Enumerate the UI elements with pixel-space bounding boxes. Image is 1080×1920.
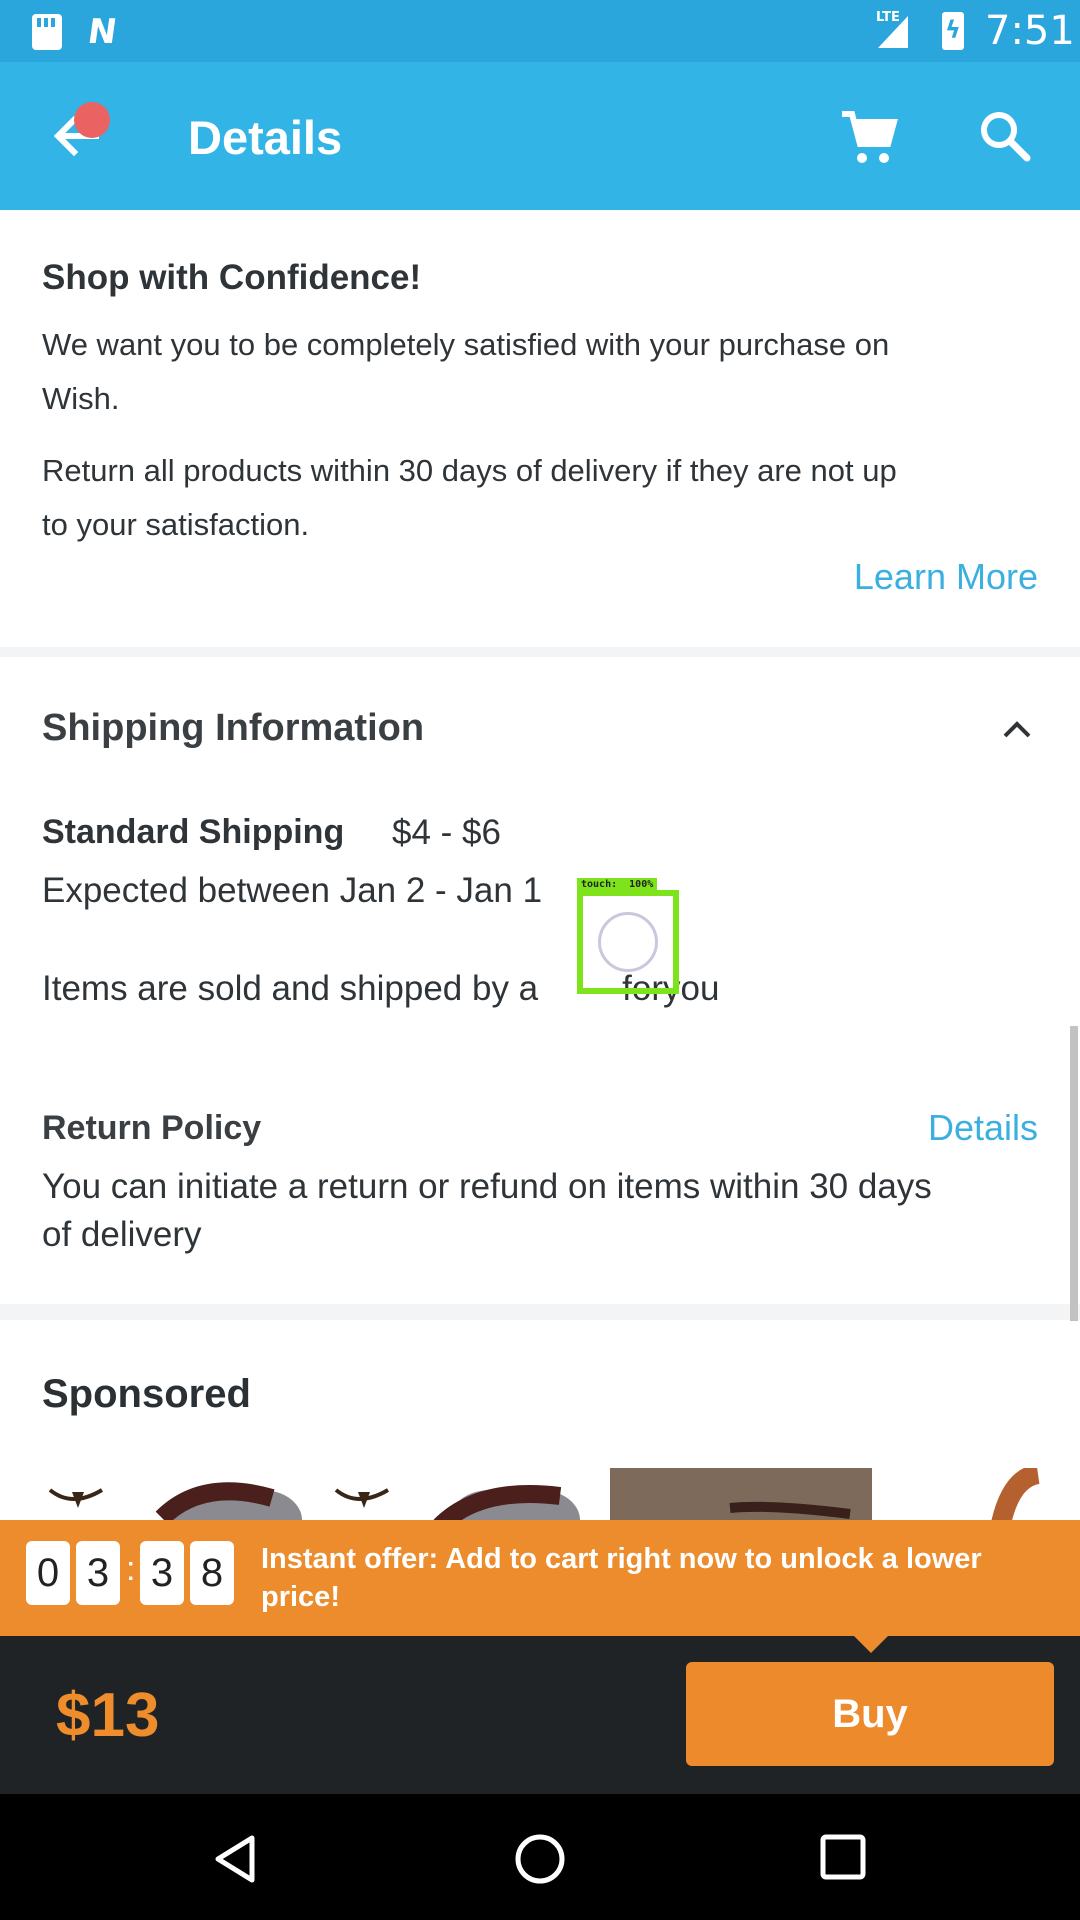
touch-indicator-circle [598,912,658,972]
countdown-colon: : [126,1550,136,1588]
notification-n-icon: N [85,12,120,52]
return-policy-text-1: You can initiate a return or refund on i… [42,1167,932,1206]
confidence-section: Shop with Confidence! We want you to be … [0,210,1080,647]
sponsored-product-thumb[interactable] [960,1468,1040,1520]
standard-shipping-label: Standard Shipping [42,813,345,851]
countdown-digit: 3 [140,1541,184,1605]
page-title: Details [188,111,343,164]
nav-home-icon[interactable] [513,1832,567,1886]
nav-back-icon[interactable] [210,1834,260,1884]
return-policy-heading: Return Policy [42,1109,262,1147]
instant-offer-text: Instant offer: Add to cart right now to … [261,1543,982,1613]
confidence-line1: We want you to be completely satisfied w… [42,327,890,362]
confidence-heading: Shop with Confidence! [42,258,422,297]
battery-charging-icon [942,12,964,50]
sponsored-product-thumb[interactable] [610,1468,872,1520]
chevron-up-icon[interactable] [1000,712,1034,746]
countdown-digit: 0 [26,1541,70,1605]
signal-icon [878,16,908,48]
status-bar: N LTE 7:51 [0,0,1080,62]
system-nav-bar [0,1794,1080,1920]
sponsored-section: Sponsored [0,1320,1080,1520]
search-icon[interactable] [975,106,1035,166]
sd-card-icon [32,14,62,50]
confidence-line2: Return all products within 30 days of de… [42,453,897,488]
confidence-line1b: Wish. [42,381,120,416]
sponsored-heading: Sponsored [42,1372,251,1416]
section-divider [0,1304,1080,1320]
sponsored-product-thumb[interactable] [330,1468,590,1520]
nav-recent-apps-icon[interactable] [820,1834,866,1880]
countdown-digit: 3 [76,1541,120,1605]
status-time: 7:51 [985,8,1075,54]
app-bar: Details [0,62,1080,210]
cart-icon[interactable] [838,108,898,168]
sponsored-product-thumb[interactable] [42,1468,312,1520]
section-divider [0,647,1080,657]
buy-button[interactable]: Buy [686,1662,1054,1766]
shipping-section: Shipping Information Standard Shipping $… [0,657,1080,1304]
instant-offer-banner[interactable]: 0 3 : 3 8 Instant offer: Add to cart rig… [0,1520,1080,1636]
product-price: $13 [56,1681,160,1750]
learn-more-link[interactable]: Learn More [854,556,1038,598]
countdown-digit: 8 [190,1541,234,1605]
return-details-link[interactable]: Details [928,1107,1038,1149]
sold-by-prefix: Items are sold and shipped by a [42,969,539,1008]
shipping-heading: Shipping Information [42,707,425,749]
return-policy-text-2: of delivery [42,1215,202,1254]
standard-shipping-price: $4 - $6 [392,813,501,852]
buy-bar: $13 Buy [0,1636,1080,1794]
offer-pointer-caret [854,1636,888,1653]
confidence-line2b: to your satisfaction. [42,507,310,542]
expected-delivery: Expected between Jan 2 - Jan 1 [42,871,543,910]
notification-badge-dot [74,102,110,138]
scrollbar[interactable] [1070,1026,1078,1321]
